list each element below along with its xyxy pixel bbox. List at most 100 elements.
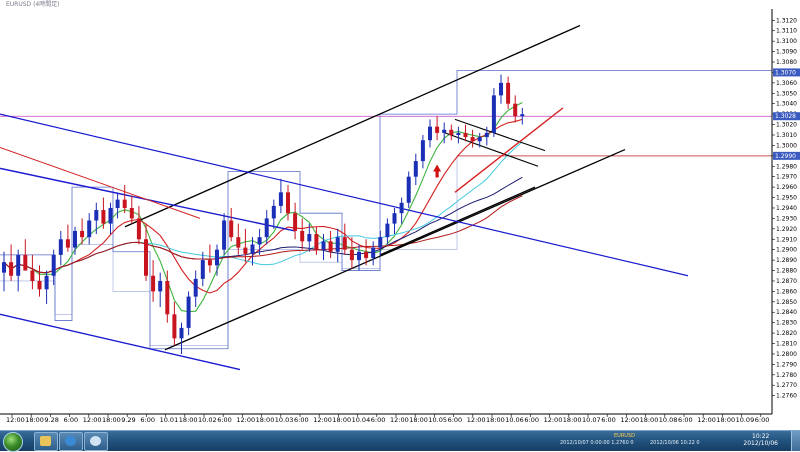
system-tray: EURUSD 2012/10/07 0:00:00 1.2760 0 2012/…	[560, 431, 800, 451]
price-tick-label: 1.3080	[776, 59, 797, 66]
candle-body	[250, 244, 255, 254]
time-tick-label: 12:00	[6, 416, 25, 424]
candle-body	[243, 247, 248, 254]
price-chart[interactable]: 1.3120 1.3110 1.3100 1.3090 1.3080 1.3070 1.30…	[0, 9, 800, 441]
candle-body	[87, 220, 92, 238]
candle-body	[278, 192, 283, 206]
candle-body	[16, 254, 21, 276]
time-tick-label: 10.02	[198, 416, 217, 424]
candle-body	[442, 129, 447, 133]
candle-body	[9, 262, 14, 276]
ie-icon	[65, 436, 76, 446]
candle-body	[293, 213, 298, 231]
explorer-taskbar-button[interactable]	[34, 432, 58, 451]
time-tick-label: 18:00	[716, 416, 735, 424]
candle-body	[506, 82, 511, 104]
tray-symbol: EURUSD	[614, 433, 635, 439]
price-tick-label: 1.2820	[776, 330, 797, 337]
candle-body	[300, 230, 305, 242]
price-tag-label: 1.3070	[775, 69, 796, 76]
time-tick-label: 12:00	[83, 416, 102, 424]
candle-body	[222, 220, 227, 250]
candle-body	[186, 296, 191, 328]
candle-body	[456, 132, 461, 135]
candle-body	[357, 251, 361, 261]
show-desktop-button[interactable]	[791, 431, 800, 451]
candle-body	[463, 132, 468, 138]
candle-body	[51, 254, 56, 276]
folder-icon	[40, 436, 51, 446]
candle-body	[271, 205, 276, 219]
time-tick-label: 9.29	[121, 416, 135, 424]
htf-box-lower	[0, 155, 772, 346]
candle-body	[2, 262, 6, 273]
candle-body	[435, 126, 440, 133]
price-tick-label: 1.2870	[776, 278, 797, 285]
candle-body	[101, 210, 106, 224]
time-tick-label: 10.09	[736, 416, 755, 424]
candle-body	[385, 223, 390, 238]
candle-body	[229, 220, 234, 238]
candle-body	[122, 199, 127, 208]
candle-body	[37, 280, 42, 290]
time-tick-label: 6:00	[140, 416, 155, 424]
price-tick-label: 1.2790	[776, 361, 797, 368]
candle-body	[264, 218, 269, 238]
price-tick-label: 1.2840	[776, 309, 797, 316]
price-tick-label: 1.3040	[776, 101, 797, 108]
time-tick-label: 18:00	[102, 416, 121, 424]
price-tick-label: 1.2930	[776, 215, 797, 222]
time-tick-label: 6:00	[371, 416, 386, 424]
price-tick-label: 1.2800	[776, 351, 797, 358]
price-tick-label: 1.2900	[776, 247, 797, 254]
candle-body	[94, 210, 99, 221]
system-clock[interactable]: 10:22 2012/10/06	[743, 433, 778, 447]
red-downtrend-line	[0, 147, 201, 219]
flag-upper-line	[454, 118, 546, 152]
ma-cyan	[3, 141, 523, 274]
price-tag-label: 1.3028	[775, 113, 796, 120]
candle-body	[364, 251, 369, 259]
price-tag-label: 1.2990	[775, 153, 796, 160]
blue-lower-line	[0, 313, 241, 371]
trading-app-taskbar-button[interactable]	[84, 432, 108, 451]
red-uptrend-line	[454, 107, 564, 193]
candle-body	[165, 280, 170, 315]
candle-body	[520, 114, 525, 117]
candle-body	[286, 192, 290, 214]
candle-body	[335, 237, 340, 252]
time-tick-label: 10.06	[505, 416, 524, 424]
browser-taskbar-button[interactable]	[59, 432, 83, 451]
chart-canvas[interactable]: 1.3120 1.3110 1.3100 1.3090 1.3080 1.3070 1.30…	[0, 9, 800, 430]
price-tick-label: 1.2970	[776, 174, 797, 181]
candle-body	[491, 95, 496, 133]
price-tick-label: 1.3110	[776, 28, 797, 35]
time-tick-label: 10.08	[659, 416, 678, 424]
price-tick-label: 1.2920	[776, 226, 797, 233]
candle-body	[484, 132, 489, 138]
candle-body	[420, 140, 425, 162]
start-button[interactable]	[3, 432, 23, 452]
app-icon	[90, 436, 101, 446]
candle-body	[65, 239, 70, 248]
candle-body	[207, 260, 212, 266]
candle-body	[108, 207, 113, 224]
candle-body	[257, 237, 262, 245]
candle-body	[342, 237, 347, 250]
candle-body	[158, 280, 163, 292]
price-tick-label: 1.3010	[776, 132, 797, 139]
time-tick-label: 10.03	[275, 416, 294, 424]
ma-red	[3, 118, 523, 294]
time-tick-label: 18:00	[640, 416, 659, 424]
time-tick-label: 6:00	[755, 416, 770, 424]
time-tick-label: 12:00	[467, 416, 486, 424]
candle-body	[378, 237, 383, 248]
candle-body	[73, 230, 77, 248]
candle-body	[349, 249, 354, 261]
time-tick-label: 6:00	[217, 416, 232, 424]
candle-body	[392, 213, 397, 224]
price-tick-label: 1.3020	[776, 122, 797, 129]
candle-body	[215, 249, 219, 266]
candle-body	[371, 247, 376, 259]
time-tick-label: 18:00	[563, 416, 582, 424]
